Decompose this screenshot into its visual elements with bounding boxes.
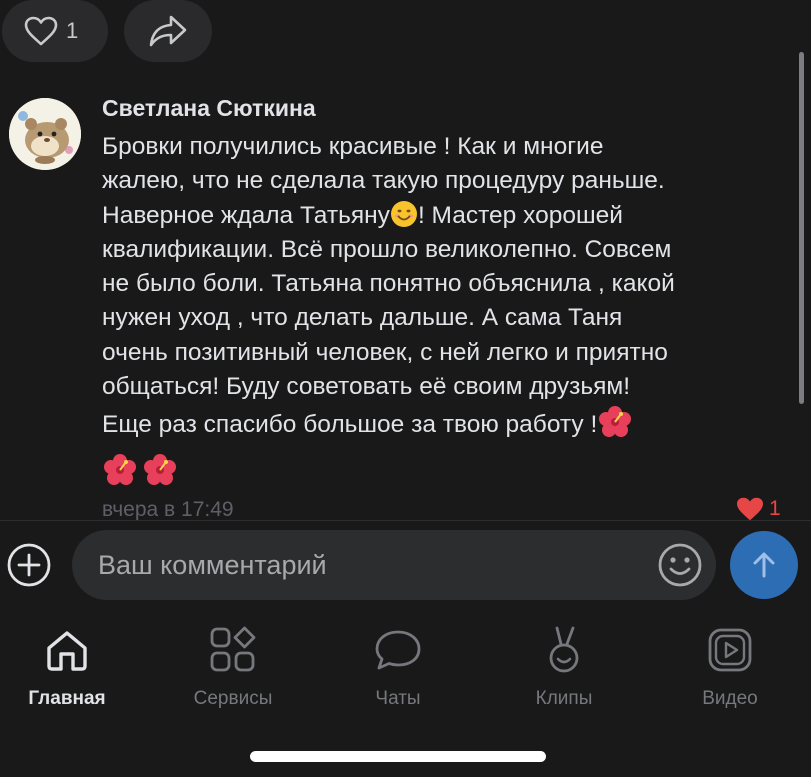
tab-home[interactable]: Главная bbox=[0, 624, 137, 710]
hibiscus-emoji-icon bbox=[599, 406, 632, 438]
post-like-button[interactable]: 1 bbox=[2, 0, 108, 62]
hibiscus-emoji-icon bbox=[104, 454, 136, 485]
comment-text: Бровки получились красивые ! Как и многи… bbox=[102, 130, 762, 443]
plus-circle-icon bbox=[7, 543, 51, 587]
services-icon bbox=[207, 624, 259, 676]
tab-clips-label: Клипы bbox=[535, 688, 593, 709]
page: 1 Светлана Сюткина Бровки получились кра… bbox=[0, 0, 811, 777]
home-icon bbox=[41, 624, 93, 676]
share-icon bbox=[149, 15, 187, 47]
send-button[interactable] bbox=[730, 531, 798, 599]
comment-input-container bbox=[72, 530, 716, 600]
hamster-avatar-icon bbox=[9, 98, 81, 170]
comment-like-count: 1 bbox=[769, 497, 781, 520]
add-attachment-button[interactable] bbox=[6, 542, 52, 588]
comment-like-button[interactable]: 1 bbox=[735, 496, 781, 522]
tab-services[interactable]: Сервисы bbox=[163, 624, 303, 710]
heart-filled-icon bbox=[737, 497, 763, 521]
emoji-picker-icon[interactable] bbox=[656, 541, 704, 589]
post-like-count: 1 bbox=[66, 18, 79, 43]
scrollbar[interactable] bbox=[799, 52, 804, 404]
bottom-tab-bar: Главная Сервисы Чаты Клипы Видео bbox=[0, 612, 811, 777]
emoji-row bbox=[102, 452, 178, 488]
arrow-up-icon bbox=[753, 552, 775, 578]
heart-outline-icon bbox=[24, 16, 58, 46]
tab-home-label: Главная bbox=[28, 688, 106, 709]
tab-services-label: Сервисы bbox=[193, 688, 273, 709]
avatar[interactable] bbox=[9, 98, 81, 170]
comment-input[interactable] bbox=[96, 548, 656, 582]
tab-video-label: Видео bbox=[702, 688, 758, 709]
tab-video[interactable]: Видео bbox=[660, 624, 800, 710]
home-indicator bbox=[250, 751, 546, 762]
comment-time: вчера в 17:49 bbox=[102, 498, 234, 521]
video-icon bbox=[704, 624, 756, 676]
clips-icon bbox=[538, 624, 590, 676]
share-button[interactable] bbox=[124, 0, 212, 62]
tab-chats-label: Чаты bbox=[375, 688, 421, 709]
tab-clips[interactable]: Клипы bbox=[494, 624, 634, 710]
smiling-face-emoji-icon bbox=[390, 200, 417, 227]
chat-icon bbox=[372, 624, 424, 676]
comment-text-part2: ! Мастер хорошей квалификации. Всё прошл… bbox=[102, 201, 675, 439]
comment-author[interactable]: Светлана Сюткина bbox=[102, 95, 316, 122]
tab-chats[interactable]: Чаты bbox=[328, 624, 468, 710]
hibiscus-emoji-icon bbox=[144, 454, 176, 485]
